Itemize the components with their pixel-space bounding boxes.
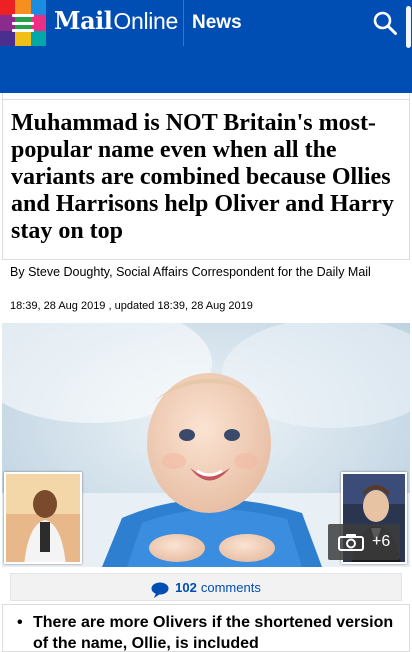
gallery-count: +6: [372, 533, 391, 550]
author-role: , Social Affairs Correspondent for the D…: [109, 265, 371, 279]
header-divider: [183, 0, 184, 46]
headline-container: Muhammad is NOT Britain's most-popular n…: [2, 93, 410, 260]
updated-label: , updated: [105, 300, 158, 312]
site-header: Mail Online News: [0, 0, 412, 93]
scrollbar-thumb[interactable]: [406, 6, 411, 48]
search-icon[interactable]: [372, 10, 398, 36]
comments-link[interactable]: 102 comments: [10, 573, 402, 601]
comment-bubble-icon: [151, 582, 169, 598]
menu-button[interactable]: [0, 0, 46, 46]
updated-time: 18:39, 28 Aug 2019: [157, 300, 253, 312]
comments-count: 102: [175, 579, 197, 595]
camera-icon: [338, 534, 364, 551]
comments-label: comments: [200, 579, 261, 595]
menu-tile-square: [30, 30, 46, 46]
dateline: 18:39, 28 Aug 2019 , updated 18:39, 28 A…: [10, 300, 253, 312]
byline: By Steve Doughty, Social Affairs Corresp…: [10, 264, 400, 280]
byline-prefix: By: [10, 265, 29, 279]
site-logo[interactable]: Mail Online: [54, 6, 178, 40]
menu-tile-square: [15, 30, 31, 46]
gallery-thumbnail[interactable]: [4, 472, 82, 564]
article-summary-bullets: There are more Olivers if the shortened …: [2, 604, 410, 652]
gallery-count-button[interactable]: +6: [328, 524, 400, 560]
logo-mail: Mail: [54, 6, 113, 35]
article-headline: Muhammad is NOT Britain's most-popular n…: [3, 99, 409, 260]
section-title[interactable]: News: [192, 12, 242, 34]
hamburger-icon: [12, 14, 34, 32]
header-bar: Mail Online News: [0, 0, 412, 48]
menu-tile-square: [0, 30, 16, 46]
published-time: 18:39, 28 Aug 2019: [10, 300, 106, 312]
thumbnail-image: [6, 474, 80, 562]
summary-bullet: There are more Olivers if the shortened …: [3, 612, 409, 651]
logo-online: Online: [113, 8, 179, 34]
author-link[interactable]: Steve Doughty: [28, 265, 109, 279]
